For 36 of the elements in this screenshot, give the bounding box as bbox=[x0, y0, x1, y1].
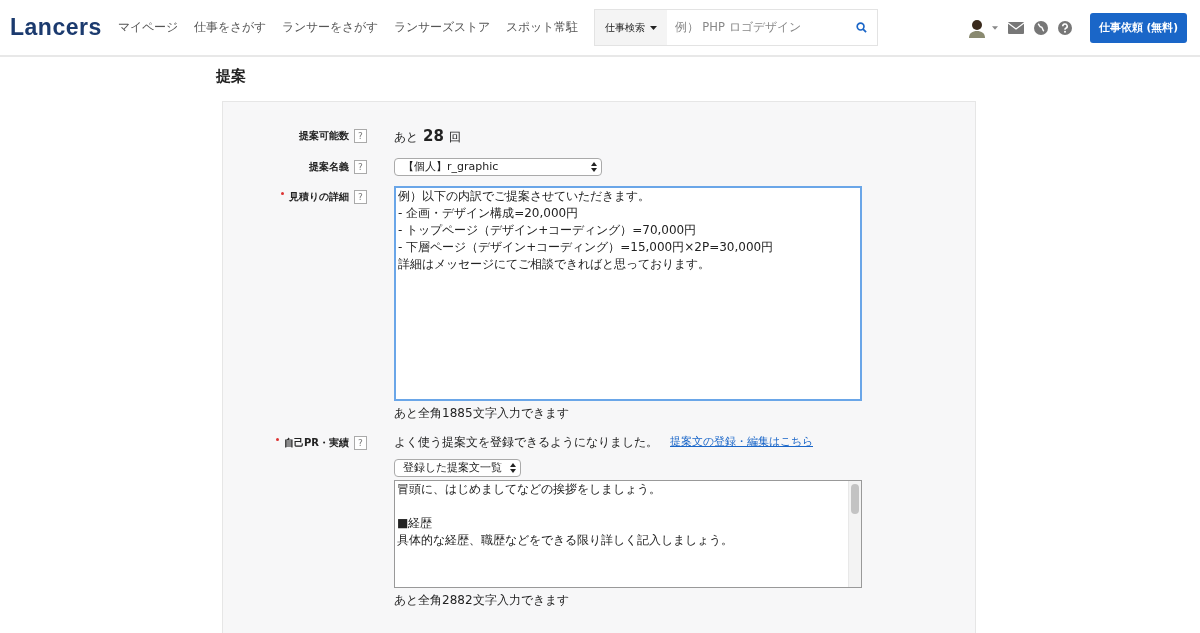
field-label: 提案名義 bbox=[309, 160, 349, 174]
info-text: よく使う提案文を登録できるようになりました。 bbox=[394, 434, 658, 451]
register-link[interactable]: 提案文の登録・編集はこちら bbox=[670, 434, 813, 451]
help-button[interactable]: ? bbox=[354, 160, 367, 174]
page-title: 提案 bbox=[216, 67, 247, 86]
remaining-chars-hint: あと全角2882文字入力できます bbox=[394, 592, 569, 609]
field-label: 提案可能数 bbox=[299, 129, 349, 143]
search-icon[interactable] bbox=[855, 22, 867, 33]
count-prefix: あと bbox=[394, 129, 418, 146]
caret-icon[interactable] bbox=[991, 25, 998, 30]
text-area[interactable]: 例）以下の内訳でご提案させていただきます。 - 企画・デザイン構成=20,000円 - トップページ（デザイン+コーディング）=70,000円 - 下層ページ（デザイン+コーディング）=15,000円×2P=30,000円 詳細はメッセージにてご相談できればと思っております。 bbox=[394, 186, 862, 401]
nav-link[interactable]: スポット常駐 bbox=[505, 20, 578, 35]
field-label: 見積りの詳細 bbox=[289, 190, 349, 204]
avatar-icon[interactable] bbox=[967, 17, 986, 38]
mail-icon[interactable] bbox=[1007, 21, 1024, 34]
nav-link[interactable]: マイページ bbox=[117, 20, 178, 35]
help-icon[interactable] bbox=[1057, 20, 1072, 35]
post-job-button[interactable]: 仕事依頼 (無料) bbox=[1089, 12, 1187, 43]
template-select[interactable]: 登録した提案文一覧 bbox=[394, 459, 521, 477]
text-area[interactable]: 冒頭に、はじめましてなどの挨拶をしましょう。 ■経歴 具体的な経歴、職歴などをできる限り詳しく記入しましょう。 bbox=[394, 480, 862, 588]
caret-icon bbox=[649, 25, 657, 30]
field-label: 自己PR・実績 bbox=[283, 436, 349, 450]
remaining-count: 28 bbox=[423, 127, 444, 145]
up-down-arrows-icon bbox=[591, 162, 597, 172]
nav-link[interactable]: ランサーをさがす bbox=[281, 20, 378, 35]
help-button[interactable]: ? bbox=[354, 129, 367, 143]
nav-link[interactable]: 仕事をさがす bbox=[193, 20, 266, 35]
up-down-arrows-icon bbox=[510, 463, 516, 473]
remaining-chars-hint: あと全角1885文字入力できます bbox=[394, 405, 569, 422]
help-button[interactable]: ? bbox=[354, 436, 367, 450]
name-select[interactable]: 【個人】r_graphic bbox=[394, 158, 602, 176]
logo[interactable]: Lancers bbox=[10, 14, 102, 41]
search-category-dropdown[interactable]: 仕事検索 bbox=[594, 10, 667, 45]
help-button[interactable]: ? bbox=[354, 190, 367, 204]
nav-link[interactable]: ランサーズストア bbox=[393, 20, 490, 35]
count-suffix: 回 bbox=[448, 129, 461, 146]
